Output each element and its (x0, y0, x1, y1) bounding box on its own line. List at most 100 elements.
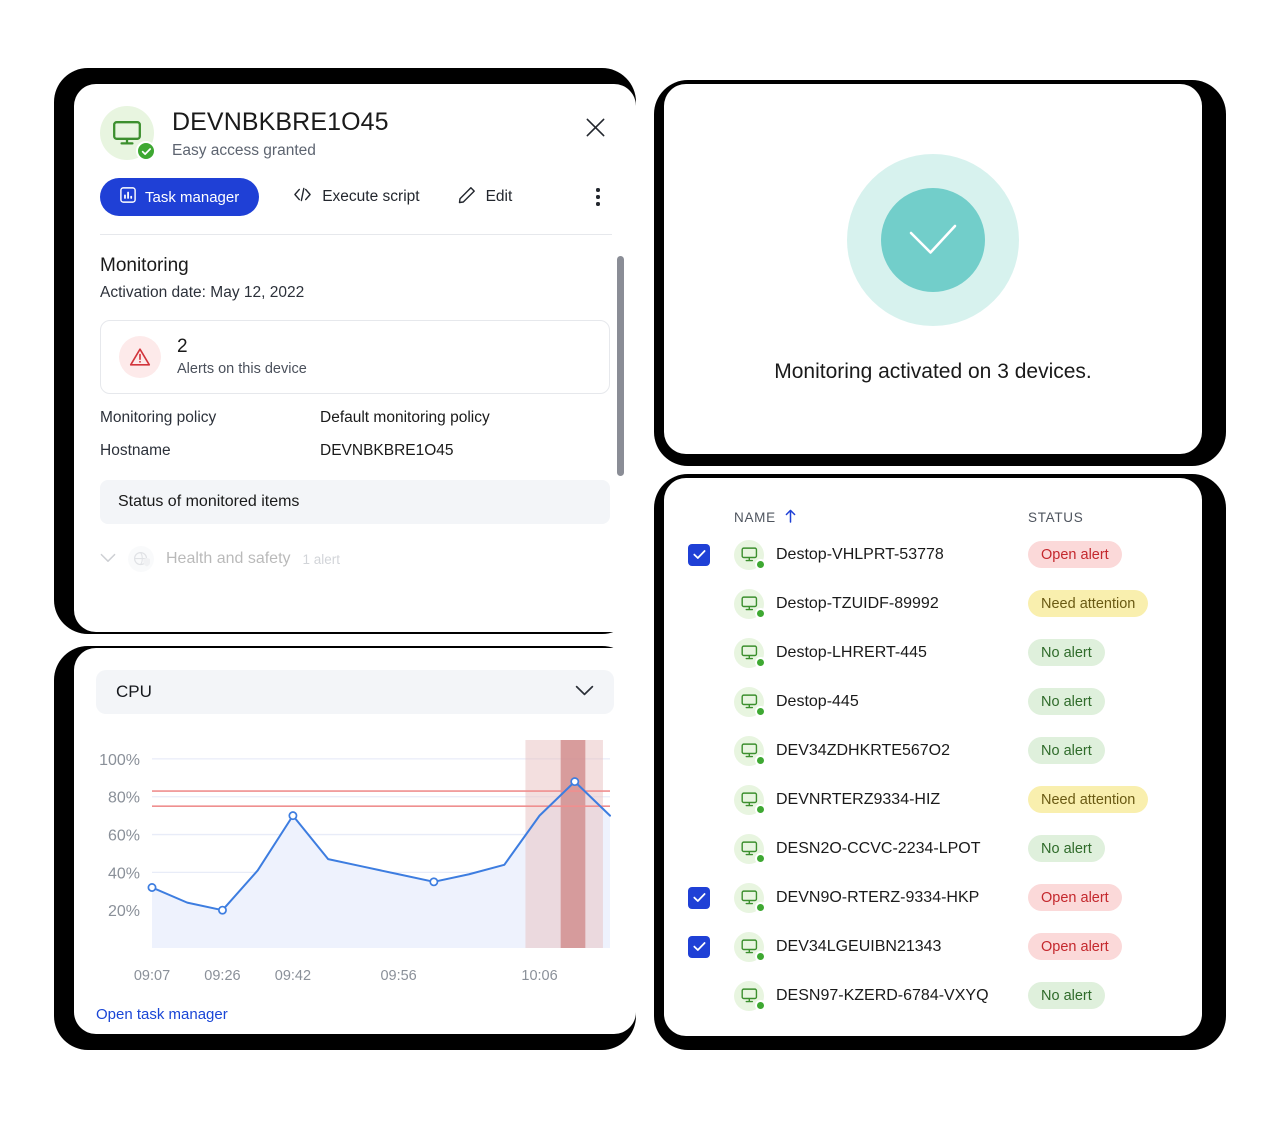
alerts-count-label: Alerts on this device (177, 360, 307, 377)
field-value: DEVNBKBRE1O45 (320, 442, 454, 459)
shield-globe-icon (128, 546, 154, 572)
chart-data-point[interactable] (218, 905, 227, 915)
row-checkbox[interactable] (688, 985, 710, 1007)
cpu-chart-svg: 20% 40% 60% 80% 100% (99, 740, 611, 948)
table-row[interactable]: DESN2O-CCVC-2234-LPOT No alert (688, 824, 1178, 873)
check-mark-icon (881, 188, 985, 292)
chart-data-point[interactable] (288, 811, 298, 821)
activation-date: Activation date: May 12, 2022 (100, 284, 305, 301)
field-monitoring-policy: Monitoring policy Default monitoring pol… (74, 394, 636, 427)
table-row[interactable]: Destop-VHLPRT-53778 Open alert (688, 530, 1178, 579)
device-name: DESN97-KZERD-6784-VXYQ (776, 986, 989, 1004)
device-toolbar: Task manager Execute script Edit (74, 160, 636, 216)
table-header-row: NAME STATUS (688, 504, 1178, 530)
task-manager-button[interactable]: Task manager (100, 178, 260, 216)
row-checkbox-cell (688, 935, 734, 958)
row-name-cell: Destop-445 (734, 686, 1028, 717)
monitored-group-health-and-safety[interactable]: Health and safety 1 alert (74, 524, 636, 572)
chevron-down-icon[interactable] (575, 683, 594, 701)
monitor-icon (734, 637, 766, 668)
alerts-summary-card[interactable]: 2 Alerts on this device (100, 320, 610, 394)
cpu-chart: 20% 40% 60% 80% 100% (96, 732, 614, 962)
row-checkbox[interactable] (688, 789, 710, 811)
row-checkbox-cell (688, 886, 734, 909)
monitored-group-alert-count: 1 alert (302, 551, 341, 567)
device-name: DEV34ZDHKRTE567O2 (776, 741, 950, 759)
status-badge: Open alert (1028, 541, 1122, 568)
monitor-icon (734, 735, 766, 766)
cpu-panel-header[interactable]: CPU (96, 670, 614, 714)
table-row[interactable]: Destop-TZUIDF-89992 Need attention (688, 579, 1178, 628)
status-badge: No alert (1028, 688, 1105, 715)
device-name: Destop-445 (776, 692, 859, 710)
row-checkbox[interactable] (688, 886, 710, 909)
row-name-cell: DESN97-KZERD-6784-VXYQ (734, 980, 1028, 1011)
chart-bars-icon (120, 187, 136, 207)
table-row[interactable]: DEVN9O-RTERZ-9334-HKP Open alert (688, 873, 1178, 922)
code-brackets-icon (293, 187, 312, 207)
table-row[interactable]: Destop-LHRERT-445 No alert (688, 628, 1178, 677)
row-checkbox[interactable] (688, 740, 710, 762)
chart-data-point[interactable] (570, 777, 580, 787)
table-row[interactable]: DEV34LGEUIBN21343 Open alert (688, 922, 1178, 971)
row-checkbox-cell (688, 593, 734, 615)
warning-triangle-icon (119, 336, 161, 378)
cpu-chart-x-axis: 09:07 09:26 09:42 09:56 10:06 (96, 968, 614, 990)
chart-data-point[interactable] (147, 883, 157, 892)
device-name: DEVN9O-RTERZ-9334-HKP (776, 888, 980, 906)
field-value: Default monitoring policy (320, 409, 490, 426)
alerts-count: 2 (177, 336, 188, 358)
pencil-icon (458, 186, 476, 209)
device-header: DEVNBKBRE1O45 Easy access granted (74, 84, 636, 161)
row-checkbox-cell (688, 789, 734, 811)
row-checkbox[interactable] (688, 935, 710, 958)
table-body: Destop-VHLPRT-53778 Open alert Destop-TZUI… (688, 530, 1178, 1020)
sort-arrow-up-icon[interactable] (785, 509, 796, 526)
table-row[interactable]: DEVNRTERZ9334-HIZ Need attention (688, 775, 1178, 824)
cpu-panel-title: CPU (116, 682, 152, 701)
monitoring-section-title: Monitoring (100, 255, 189, 276)
online-status-dot (755, 607, 766, 619)
table-row[interactable]: Destop-445 No alert (688, 677, 1178, 726)
row-name-cell: Destop-VHLPRT-53778 (734, 539, 1028, 570)
edit-label: Edit (485, 188, 513, 205)
edit-button[interactable]: Edit (454, 178, 517, 216)
open-task-manager-link[interactable]: Open task manager (96, 1006, 228, 1023)
status-badge: Open alert (1028, 933, 1122, 960)
row-checkbox-cell (688, 740, 734, 762)
status-badge: No alert (1028, 835, 1105, 862)
status-badge: Need attention (1028, 590, 1149, 617)
row-checkbox[interactable] (688, 642, 710, 664)
row-checkbox-cell (688, 642, 734, 664)
y-axis-tick-label: 60% (108, 828, 140, 845)
online-status-dot (755, 901, 766, 913)
table-row[interactable]: DEV34ZDHKRTE567O2 No alert (688, 726, 1178, 775)
column-header-name-label: NAME (734, 509, 776, 525)
row-checkbox[interactable] (688, 838, 710, 860)
column-header-name[interactable]: NAME (734, 509, 1028, 526)
success-message: Monitoring activated on 3 devices. (774, 360, 1092, 383)
online-status-dot (755, 656, 766, 668)
status-badge: No alert (1028, 639, 1105, 666)
row-status-cell: No alert (1028, 688, 1178, 715)
row-status-cell: No alert (1028, 639, 1178, 666)
kebab-menu-icon[interactable] (584, 180, 612, 214)
x-axis-tick-label: 09:26 (204, 968, 241, 984)
row-checkbox[interactable] (688, 593, 710, 615)
row-status-cell: No alert (1028, 982, 1178, 1009)
online-status-dot (755, 754, 766, 766)
device-table: NAME STATUS Destop-VHLPRT-53778 Open aler… (664, 478, 1202, 1020)
row-checkbox[interactable] (688, 691, 710, 713)
row-checkbox[interactable] (688, 543, 710, 566)
field-label: Hostname (100, 442, 171, 459)
close-icon[interactable] (578, 110, 612, 144)
detail-scrollbar[interactable] (617, 256, 624, 476)
execute-script-button[interactable]: Execute script (289, 178, 423, 216)
row-name-cell: DESN2O-CCVC-2234-LPOT (734, 833, 1028, 864)
field-hostname: Hostname DEVNBKBRE1O45 (74, 427, 636, 460)
device-detail-card: DEVNBKBRE1O45 Easy access granted Task m… (74, 84, 636, 632)
chart-highlight-band (560, 740, 586, 948)
chart-data-point[interactable] (429, 877, 439, 887)
table-row[interactable]: DESN97-KZERD-6784-VXYQ No alert (688, 971, 1178, 1020)
row-status-cell: Open alert (1028, 933, 1178, 960)
